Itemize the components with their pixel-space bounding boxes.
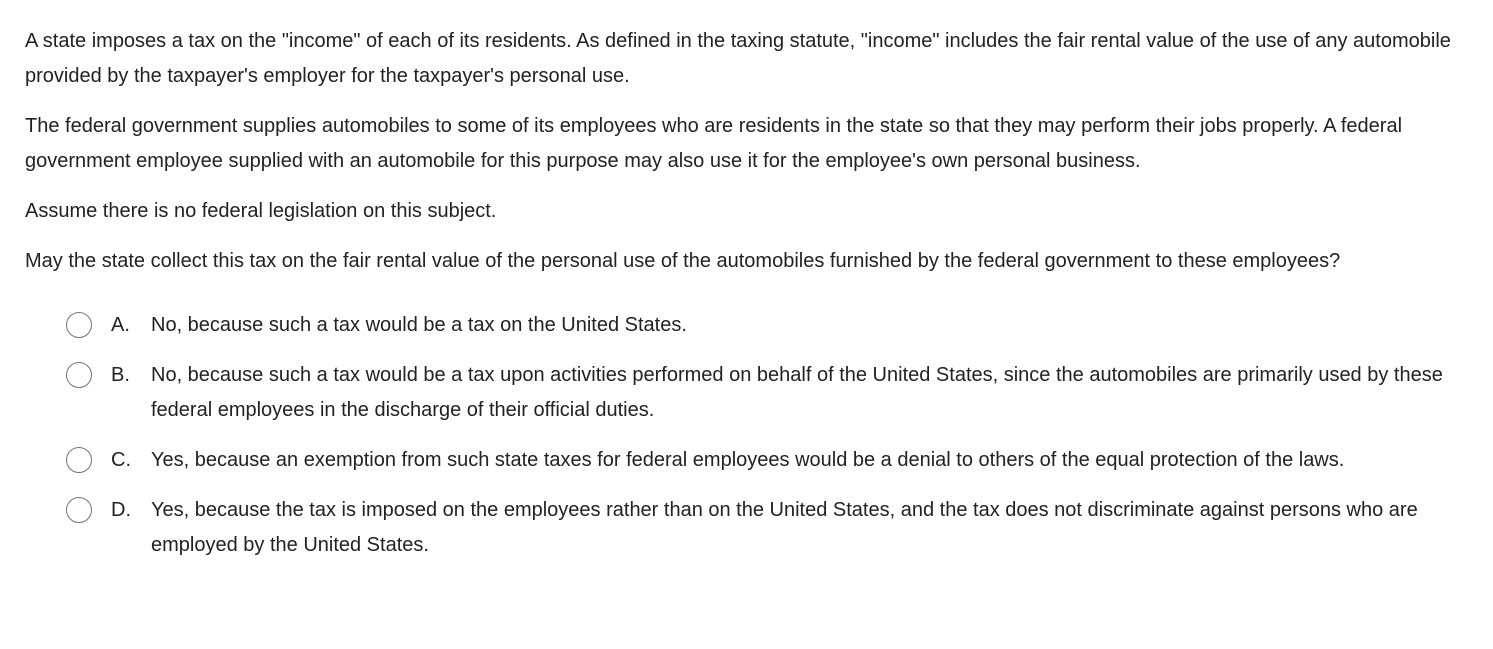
question-stem: A state imposes a tax on the "income" of… xyxy=(0,0,1465,563)
question-paragraph: A state imposes a tax on the "income" of… xyxy=(25,30,1451,87)
radio-button-d[interactable] xyxy=(66,497,92,523)
answer-choices: A. No, because such a tax would be a tax… xyxy=(25,308,1465,563)
question-paragraph: Assume there is no federal legislation o… xyxy=(25,200,497,222)
question-paragraph: The federal government supplies automobi… xyxy=(25,115,1403,172)
radio-button-c[interactable] xyxy=(66,447,92,473)
choice-b[interactable]: B. No, because such a tax would be a tax… xyxy=(25,358,1465,428)
choice-c[interactable]: C. Yes, because an exemption from such s… xyxy=(25,443,1465,478)
choice-letter: C. xyxy=(111,449,131,471)
choice-letter: B. xyxy=(111,364,130,386)
radio-button-b[interactable] xyxy=(66,362,92,388)
choice-text: Yes, because an exemption from such stat… xyxy=(151,449,1345,471)
choice-text: No, because such a tax would be a tax on… xyxy=(151,314,687,336)
question-prompt: May the state collect this tax on the fa… xyxy=(25,250,1341,272)
radio-button-a[interactable] xyxy=(66,312,92,338)
choice-d[interactable]: D. Yes, because the tax is imposed on th… xyxy=(25,493,1465,563)
choice-letter: D. xyxy=(111,499,131,521)
choice-a[interactable]: A. No, because such a tax would be a tax… xyxy=(25,308,1465,343)
choice-text: No, because such a tax would be a tax up… xyxy=(151,364,1443,421)
choice-text: Yes, because the tax is imposed on the e… xyxy=(151,499,1418,556)
choice-letter: A. xyxy=(111,314,130,336)
